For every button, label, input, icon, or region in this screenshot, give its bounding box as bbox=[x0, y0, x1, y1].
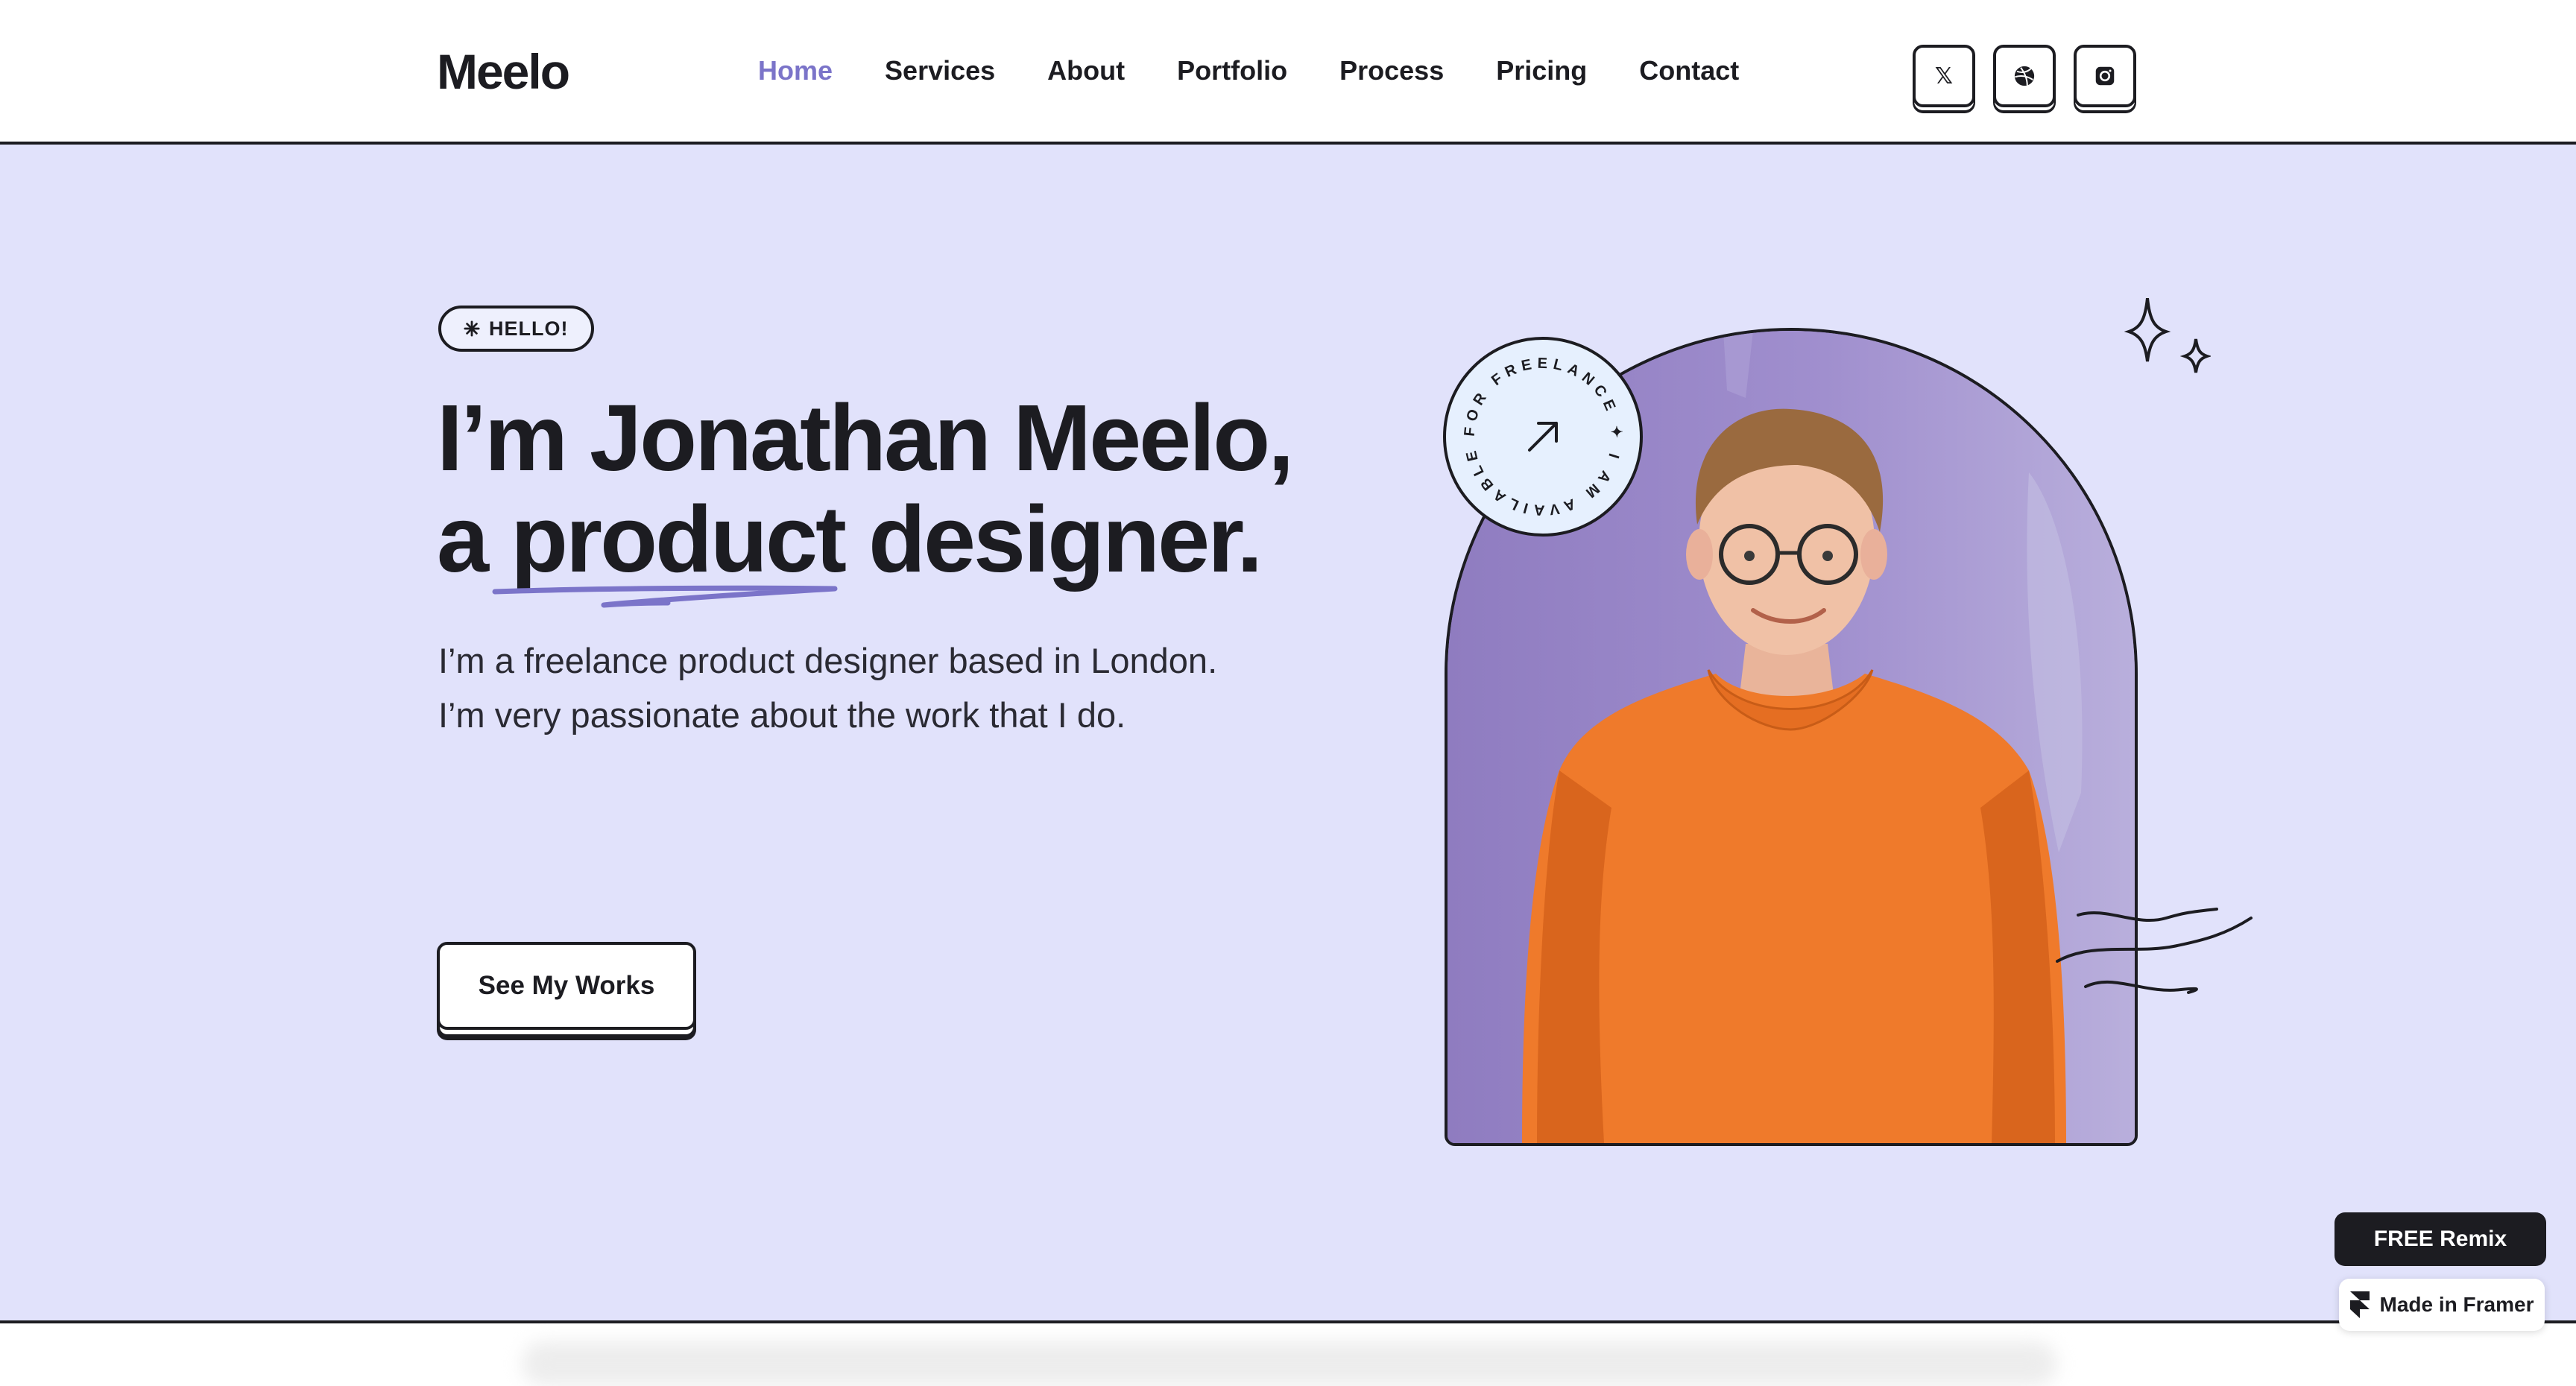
nav-process[interactable]: Process bbox=[1339, 55, 1444, 86]
headline-line-2: a product designer. bbox=[437, 487, 1263, 592]
sparkle-icon bbox=[464, 320, 480, 337]
sparkle-stars-decoration bbox=[2124, 298, 2211, 373]
headline-line-1: I’m Jonathan Meelo, bbox=[437, 385, 1294, 490]
social-links: 𝕏 bbox=[1913, 45, 2136, 107]
scribble-underline bbox=[492, 585, 838, 608]
site-header: Meelo Home Services About Portfolio Proc… bbox=[0, 0, 2576, 145]
nav-portfolio[interactable]: Portfolio bbox=[1177, 55, 1287, 86]
availability-badge-ring: FOR FREELANCE ✦ I AM AVAILABLE ✦ bbox=[1437, 327, 1624, 519]
x-social-button[interactable]: 𝕏 bbox=[1913, 45, 1975, 107]
arrow-up-right-icon bbox=[1528, 422, 1558, 452]
hero-subtitle: I’m a freelance product designer based i… bbox=[438, 633, 1217, 742]
nav-about[interactable]: About bbox=[1047, 55, 1125, 86]
hero-headline: I’m Jonathan Meelo, a product designer. bbox=[437, 385, 1294, 592]
hello-pill: HELLO! bbox=[438, 306, 594, 352]
svg-text:FOR FREELANCE ✦ I AM AVAILABLE: FOR FREELANCE ✦ I AM AVAILABLE ✦ bbox=[1446, 340, 1624, 519]
x-icon: 𝕏 bbox=[1934, 63, 1954, 89]
instagram-icon bbox=[2095, 66, 2115, 86]
instagram-social-button[interactable] bbox=[2074, 45, 2136, 107]
framer-logo-icon bbox=[2349, 1291, 2370, 1318]
badge-ring-text: FOR FREELANCE ✦ I AM AVAILABLE ✦ bbox=[1437, 327, 1619, 519]
next-section-shadow bbox=[522, 1341, 2057, 1386]
nav-services[interactable]: Services bbox=[885, 55, 995, 86]
availability-badge[interactable]: FOR FREELANCE ✦ I AM AVAILABLE ✦ bbox=[1437, 327, 1643, 537]
main-nav: Home Services About Portfolio Process Pr… bbox=[758, 55, 1791, 86]
see-my-works-button[interactable]: See My Works bbox=[437, 942, 696, 1030]
made-in-framer-badge[interactable]: Made in Framer bbox=[2339, 1279, 2545, 1331]
subtitle-line-1: I’m a freelance product designer based i… bbox=[438, 641, 1218, 680]
subtitle-line-2: I’m very passionate about the work that … bbox=[438, 695, 1126, 735]
wavy-lines-decoration bbox=[2056, 908, 2253, 994]
nav-home[interactable]: Home bbox=[758, 55, 833, 86]
dribbble-social-button[interactable] bbox=[1993, 45, 2056, 107]
hello-pill-label: HELLO! bbox=[489, 317, 569, 340]
site-logo[interactable]: Meelo bbox=[437, 43, 570, 100]
nav-pricing[interactable]: Pricing bbox=[1496, 55, 1587, 86]
made-in-framer-label: Made in Framer bbox=[2379, 1293, 2534, 1316]
free-remix-button[interactable]: FREE Remix bbox=[2334, 1212, 2546, 1266]
nav-contact[interactable]: Contact bbox=[1639, 55, 1739, 86]
dribbble-icon bbox=[2014, 66, 2035, 86]
